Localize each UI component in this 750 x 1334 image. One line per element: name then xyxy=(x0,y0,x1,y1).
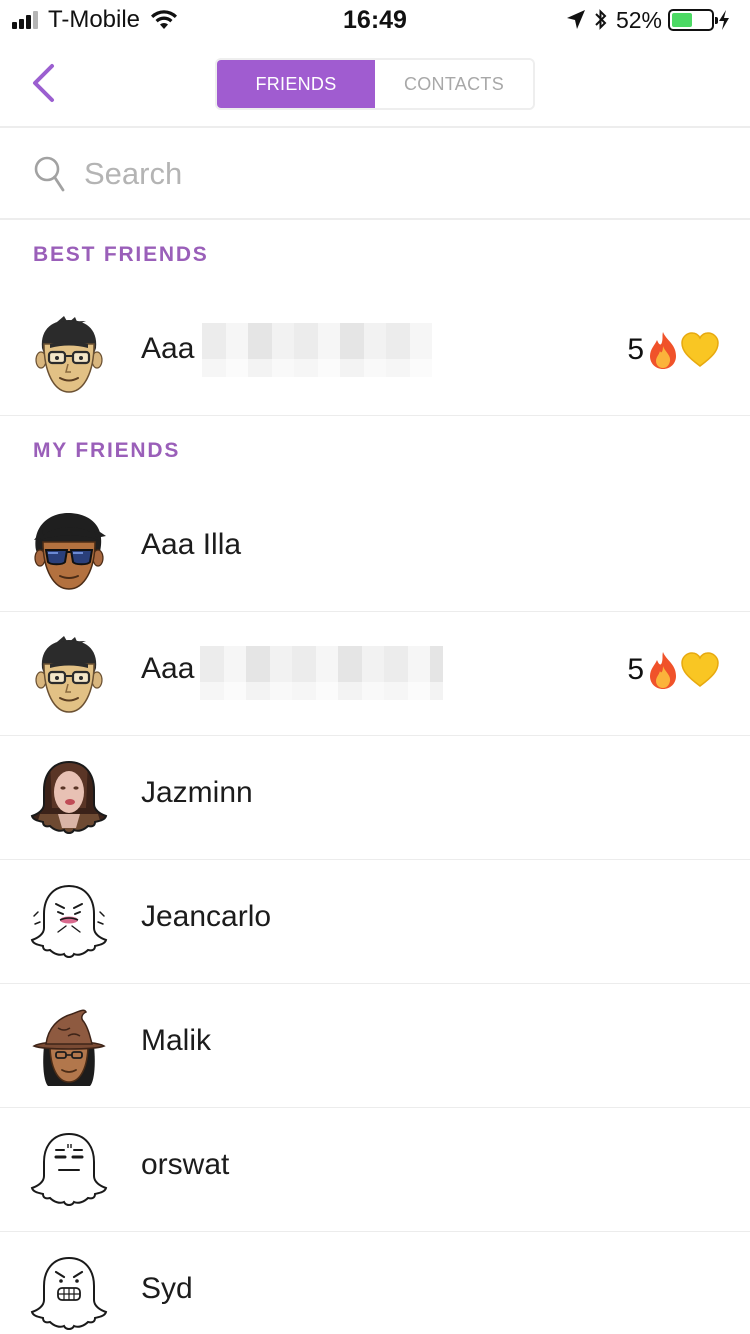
battery-icon xyxy=(668,9,718,31)
friend-name: Malik xyxy=(141,1024,212,1057)
ghost-photo-avatar xyxy=(30,760,108,834)
redacted-name-blur xyxy=(202,323,432,377)
friend-name: Syd xyxy=(141,1272,193,1305)
nav-bar: FRIENDS CONTACTS xyxy=(0,40,750,128)
battery-percent: 52% xyxy=(615,6,662,33)
friend-name: Jazminn xyxy=(141,776,253,809)
search-icon xyxy=(34,156,65,192)
fire-emoji-icon xyxy=(650,652,676,689)
friend-row-aaa[interactable]: Aaa 5 xyxy=(0,612,750,736)
friend-row-best-aaa[interactable]: Aaa 5 xyxy=(0,292,750,416)
ghost-grimace-avatar xyxy=(30,1256,108,1330)
charging-bolt-icon xyxy=(719,10,729,30)
section-header-my-friends: MY FRIENDS xyxy=(33,439,181,462)
ghost-worried-avatar xyxy=(30,884,108,958)
back-button[interactable] xyxy=(20,60,66,106)
ghost-unamused-avatar xyxy=(30,1132,108,1206)
friend-row-malik[interactable]: Malik xyxy=(0,984,750,1108)
bitmoji-glasses-avatar xyxy=(35,316,103,393)
tab-friends[interactable]: FRIENDS xyxy=(217,60,375,108)
search-input[interactable] xyxy=(84,148,704,200)
fire-emoji-icon xyxy=(650,332,676,369)
friend-name: orswat xyxy=(141,1148,230,1181)
yellow-heart-emoji-icon xyxy=(681,332,719,367)
snapstreak-badge: 5 xyxy=(627,328,720,372)
bitmoji-glasses-avatar xyxy=(35,636,103,713)
friend-row-syd[interactable]: Syd xyxy=(0,1232,750,1334)
friend-row-jeancarlo[interactable]: Jeancarlo xyxy=(0,860,750,984)
search-bar xyxy=(0,128,750,220)
chevron-left-icon xyxy=(33,64,54,102)
bluetooth-icon xyxy=(595,9,607,30)
friend-row-jazminn[interactable]: Jazminn xyxy=(0,736,750,860)
segmented-control: FRIENDS CONTACTS xyxy=(215,58,535,110)
status-bar: T-Mobile 16:49 52% xyxy=(0,0,750,40)
streak-count: 5 xyxy=(627,653,644,686)
yellow-heart-emoji-icon xyxy=(681,652,719,687)
friend-row-orswat[interactable]: orswat xyxy=(0,1108,750,1232)
friend-name: Aaa xyxy=(141,332,195,365)
section-header-best-friends: BEST FRIENDS xyxy=(33,243,209,266)
bitmoji-wizard-hat-avatar xyxy=(32,1009,106,1086)
friend-row-aaa-illa[interactable]: Aaa Illa xyxy=(0,488,750,612)
redacted-name-blur xyxy=(200,646,443,700)
status-right: 52% xyxy=(566,6,738,34)
friend-name: Aaa Illa xyxy=(141,528,242,561)
tab-contacts[interactable]: CONTACTS xyxy=(375,60,533,108)
location-arrow-icon xyxy=(566,10,585,29)
bitmoji-sunglasses-avatar xyxy=(34,512,106,590)
streak-count: 5 xyxy=(627,333,644,366)
friend-name: Aaa xyxy=(141,652,195,685)
snapstreak-badge: 5 xyxy=(627,648,720,692)
friend-name: Jeancarlo xyxy=(141,900,272,933)
